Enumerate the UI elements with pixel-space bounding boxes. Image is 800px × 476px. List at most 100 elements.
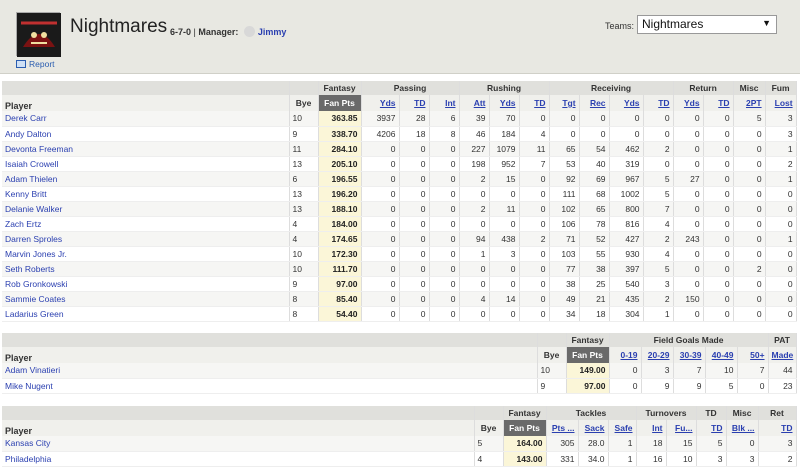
col-int[interactable]: Int [429,95,460,111]
stat-cell: 34 [549,306,580,322]
stat-cell: 1 [608,436,637,452]
player-name-link[interactable]: Ladarius Green [2,306,290,322]
col-40-49[interactable]: 40-49 [705,347,738,363]
player-name-link[interactable]: Mike Nugent [2,378,538,394]
stat-cell: 0 [609,126,644,142]
stat-cell: 0 [673,261,704,277]
stat-cell: 0 [429,291,460,307]
col-ret-td[interactable]: TD [703,95,734,111]
stat-cell: 3 [758,436,797,452]
col-fan-pts[interactable]: Fan Pts [503,420,547,436]
player-name-link[interactable]: Andy Dalton [2,126,290,142]
stat-cell: 0 [673,276,704,292]
col-20-29[interactable]: 20-29 [641,347,674,363]
stat-cell: 0 [519,216,550,232]
stat-cell: 0 [429,261,460,277]
col-lost[interactable]: Lost [765,95,797,111]
col-0-19[interactable]: 0-19 [609,347,642,363]
group-pat: PAT [768,333,797,347]
stat-cell: 18 [399,126,430,142]
fan-pts-cell: 184.00 [318,216,362,232]
col-pass-yds[interactable]: Yds [361,95,400,111]
player-name-link[interactable]: Adam Vinatieri [2,363,538,379]
stat-cell: 0 [361,216,400,232]
stat-cell: 0 [765,291,797,307]
col-td[interactable]: TD [696,420,727,436]
col-pts-allowed[interactable]: Pts ... [546,420,579,436]
fan-pts-cell: 54.40 [318,306,362,322]
col-ret-td[interactable]: TD [758,420,797,436]
col-50-plus[interactable]: 50+ [737,347,769,363]
teams-select[interactable]: Nightmares ▼ [637,15,777,34]
player-name-link[interactable]: Darren Sproles [2,231,290,247]
col-rec-td[interactable]: TD [643,95,674,111]
stat-cell: 0 [673,216,704,232]
report-link[interactable]: Report [16,59,55,69]
player-name-link[interactable]: Philadelphia [2,451,475,467]
col-pass-td[interactable]: TD [399,95,430,111]
bye-cell: 13 [289,201,319,217]
col-fan-pts[interactable]: Fan Pts [566,347,610,363]
stat-cell: 5 [705,378,738,394]
col-safe[interactable]: Safe [608,420,637,436]
player-name-link[interactable]: Devonta Freeman [2,141,290,157]
stat-cell: 0 [399,291,430,307]
player-name-link[interactable]: Derek Carr [2,111,290,127]
fan-pts-cell: 196.55 [318,171,362,187]
bye-cell: 13 [289,186,319,202]
stat-cell: 0 [643,111,674,127]
col-blk[interactable]: Blk ... [726,420,759,436]
group-fantasy: Fantasy [318,81,362,95]
stat-cell: 0 [703,126,734,142]
col-fan-pts[interactable]: Fan Pts [318,95,362,111]
player-name-link[interactable]: Zach Ertz [2,216,290,232]
col-fum-rec[interactable]: Fu... [666,420,697,436]
col-pat-made[interactable]: Made [768,347,797,363]
col-rush-td[interactable]: TD [519,95,550,111]
col-rec[interactable]: Rec [579,95,610,111]
player-name-link[interactable]: Seth Roberts [2,261,290,277]
player-name-link[interactable]: Kansas City [2,436,475,452]
player-name-link[interactable]: Delanie Walker [2,201,290,217]
group-turnovers: Turnovers [636,406,697,420]
stat-cell: 4 [643,216,674,232]
stat-cell: 427 [609,231,644,247]
stat-cell: 0 [399,261,430,277]
kicker-rows: Adam Vinatieri 10 149.00 0 3 7 10 7 44 Mike Nugen… [2,363,797,394]
manager-link[interactable]: Jimmy [258,27,287,37]
stat-cell: 0 [519,276,550,292]
col-2pt[interactable]: 2PT [733,95,766,111]
stat-cell: 0 [703,171,734,187]
stat-cell: 15 [666,436,697,452]
stat-cell: 69 [579,171,610,187]
table-row: Kenny Britt 13 196.20 0 0 0 0 0 0 111 68 1002 5 0 0 0 0 [2,186,797,202]
col-sack[interactable]: Sack [578,420,609,436]
col-ret-yds[interactable]: Yds [673,95,704,111]
col-30-39[interactable]: 30-39 [673,347,706,363]
col-att[interactable]: Att [459,95,490,111]
player-name-link[interactable]: Isaiah Crowell [2,156,290,172]
player-name-link[interactable]: Kenny Britt [2,186,290,202]
stat-cell: 7 [519,156,550,172]
stat-cell: 5 [643,261,674,277]
stat-cell: 70 [489,111,520,127]
team-name: Nightmares [70,16,168,37]
stat-cell: 0 [399,231,430,247]
col-tgt[interactable]: Tgt [549,95,580,111]
player-name-link[interactable]: Adam Thielen [2,171,290,187]
fan-pts-cell: 338.70 [318,126,362,142]
player-name-link[interactable]: Marvin Jones Jr. [2,246,290,262]
stat-cell: 0 [519,291,550,307]
stat-cell: 0 [765,276,797,292]
kicker-table: Fantasy Field Goals Made PAT Player Bye … [2,333,797,394]
col-int[interactable]: Int [636,420,667,436]
col-rec-yds[interactable]: Yds [609,95,644,111]
player-name-link[interactable]: Rob Gronkowski [2,276,290,292]
stat-cell: 540 [609,276,644,292]
player-name-link[interactable]: Sammie Coates [2,291,290,307]
col-rush-yds[interactable]: Yds [489,95,520,111]
stat-cell: 2 [758,451,797,467]
stat-cell: 2 [643,141,674,157]
stat-cell: 0 [765,246,797,262]
stat-cell: 0 [399,246,430,262]
